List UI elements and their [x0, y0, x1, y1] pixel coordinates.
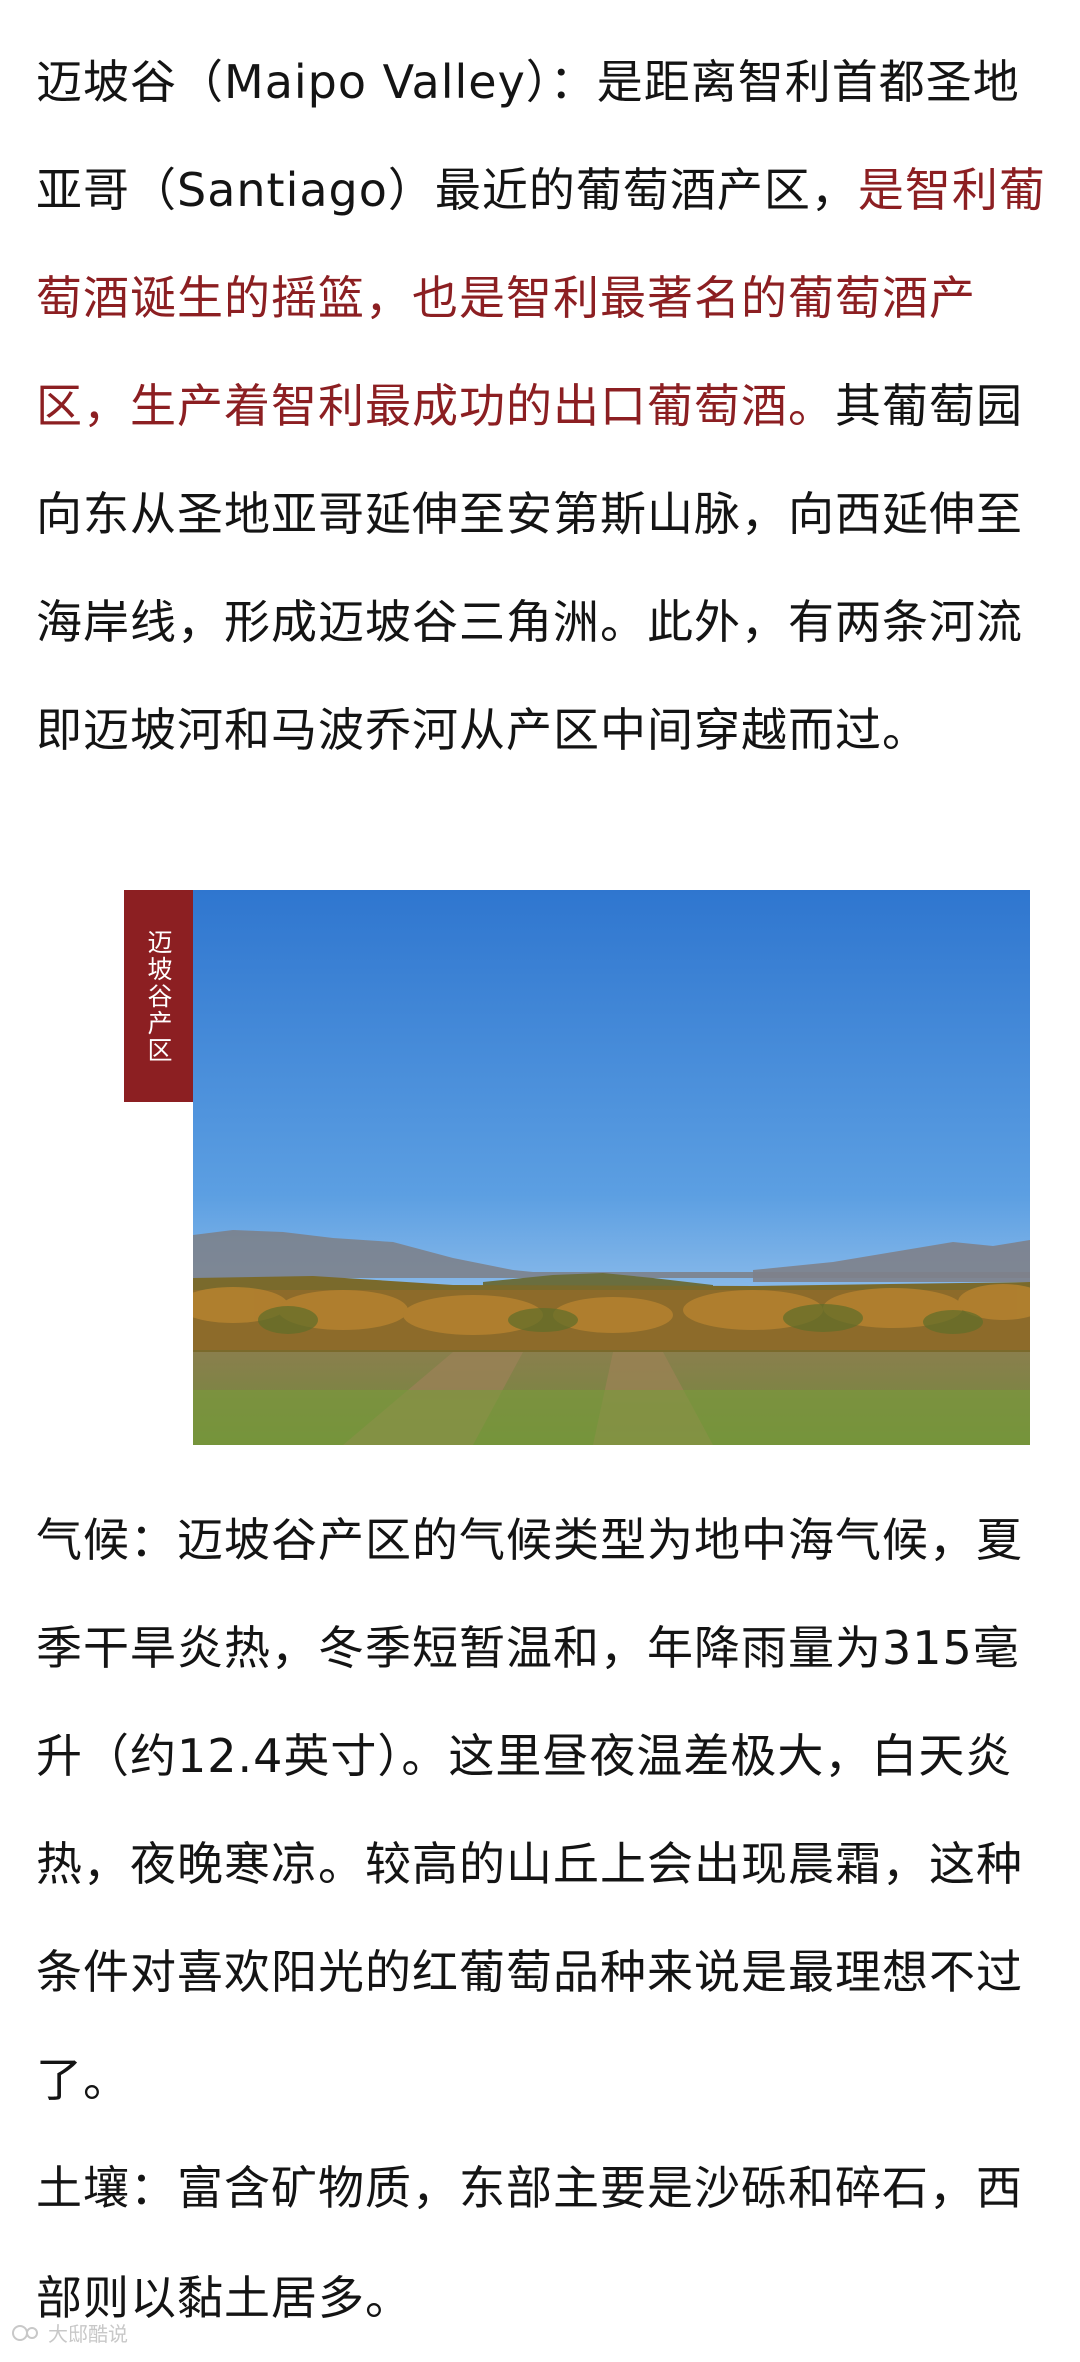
climate-text: 迈坡谷产区的气候类型为地中海气候，夏季干旱炎热，冬季短暂温和，年降雨量为315毫…	[36, 1513, 1023, 2107]
watermark-text: 大邸酷说	[48, 2322, 128, 2346]
soil-text: 富含矿物质，东部主要是沙砾和碎石，西部则以黏土居多。	[36, 2161, 1023, 2325]
watermark: 大邸酷说	[10, 2318, 128, 2347]
vineyard-photo	[193, 890, 1030, 1445]
climate-paragraph: 气候：迈坡谷产区的气候类型为地中海气候，夏季干旱炎热，冬季短暂温和，年降雨量为3…	[36, 1486, 1046, 2134]
intro-paragraph: 迈坡谷（Maipo Valley）：是距离智利首都圣地亚哥（Santiago）最…	[36, 28, 1046, 784]
intro-rest-text: 其葡萄园向东从圣地亚哥延伸至安第斯山脉，向西延伸至海岸线，形成迈坡谷三角洲。此外…	[36, 379, 1023, 757]
grass-foreground	[193, 1390, 1030, 1445]
soil-paragraph: 土壤：富含矿物质，东部主要是沙砾和碎石，西部则以黏土居多。	[36, 2133, 1046, 2353]
soil-label: 土壤：	[36, 2161, 177, 2215]
climate-label: 气候：	[36, 1513, 177, 1567]
image-caption-tag: 迈坡谷产区	[124, 890, 193, 1102]
watermark-logo-icon	[12, 2324, 38, 2341]
